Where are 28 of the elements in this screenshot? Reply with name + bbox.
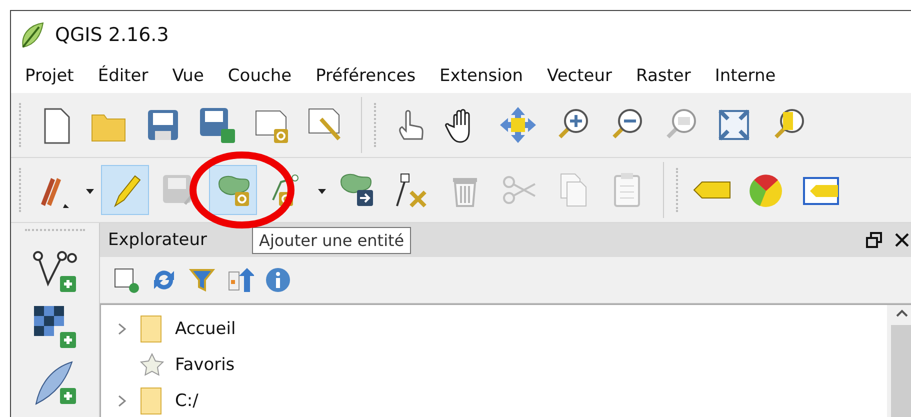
menu-item[interactable]: Extension (432, 66, 534, 86)
panel-title: Explorateur (108, 230, 208, 250)
filter-icon[interactable] (188, 266, 216, 294)
info-icon[interactable] (264, 266, 292, 294)
menu-item[interactable]: Vue (164, 66, 214, 86)
window-title: QGIS 2.16.3 (55, 24, 169, 46)
tree-item[interactable]: Accueil (175, 319, 236, 339)
menu-item[interactable]: Éditer (90, 66, 158, 86)
add-layer-icon[interactable] (112, 266, 140, 294)
menu-item[interactable]: Projet (17, 66, 84, 86)
add-raster-layer-icon[interactable] (32, 304, 78, 350)
star-icon (139, 352, 165, 378)
menu-item[interactable]: Préférences (308, 66, 426, 86)
tree-item[interactable]: C:/ (175, 391, 198, 411)
float-panel-icon[interactable] (866, 232, 882, 248)
tree-item[interactable]: Favoris (175, 355, 235, 375)
scrollbar-thumb[interactable] (891, 325, 911, 417)
tooltip: Ajouter une entité (252, 227, 412, 254)
menu-item[interactable]: Couche (220, 66, 302, 86)
close-icon[interactable] (894, 232, 910, 248)
add-vector-layer-icon[interactable] (32, 248, 78, 294)
menu-item[interactable]: Raster (628, 66, 701, 86)
collapse-tree-icon[interactable] (226, 266, 254, 294)
pan-arrows-icon (498, 105, 538, 145)
menu-item[interactable]: Interne (706, 66, 786, 86)
floppy-edit-icon (197, 105, 237, 145)
menu-item[interactable]: Vecteur (539, 66, 622, 86)
leaf-logo-icon (19, 21, 45, 49)
